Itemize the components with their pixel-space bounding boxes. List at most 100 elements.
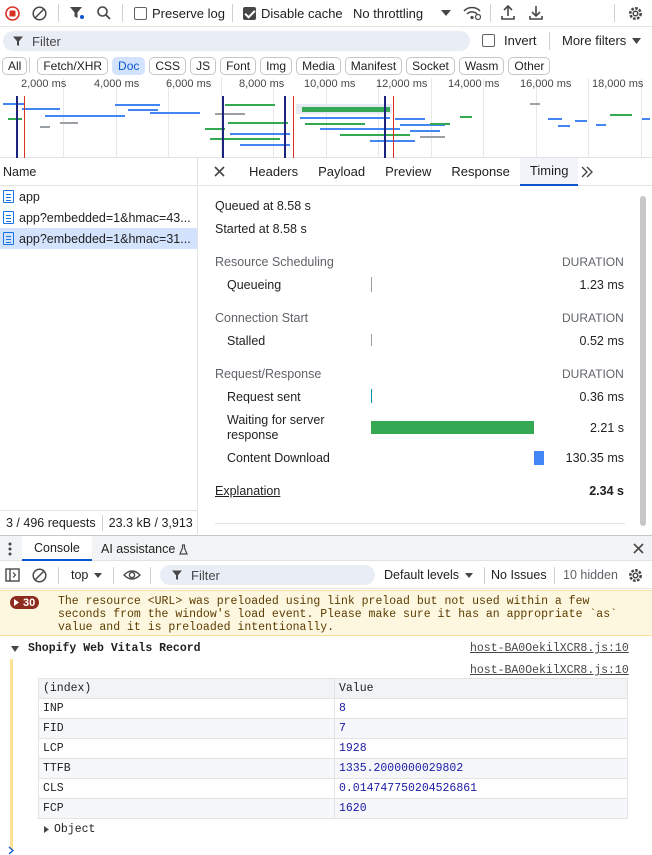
type-filter-all[interactable]: All: [2, 56, 28, 75]
request-row[interactable]: app?embedded=1&hmac=43...: [0, 207, 197, 228]
overview-tick: 10,000 ms: [304, 78, 356, 90]
overview-tick: 12,000 ms: [376, 78, 428, 90]
waiting-bar: [371, 421, 534, 434]
clear-icon[interactable]: [32, 6, 47, 21]
console-warning-message[interactable]: 30 The resource <URL> was preloaded usin…: [0, 590, 652, 636]
context-select[interactable]: top: [71, 568, 103, 582]
request-name: app: [19, 189, 40, 204]
type-filter-img[interactable]: Img: [260, 56, 293, 75]
tab-payload[interactable]: Payload: [308, 158, 375, 186]
type-filter-css[interactable]: CSS: [149, 56, 187, 75]
filter-funnel-icon[interactable]: [69, 5, 85, 21]
timing-value: 1.23 ms: [579, 278, 624, 292]
more-filters-button[interactable]: More filters: [562, 33, 642, 48]
sidebar-toggle-icon[interactable]: [5, 568, 20, 582]
invert-box[interactable]: [482, 34, 495, 47]
type-filter-wasm[interactable]: Wasm: [458, 56, 505, 75]
transfer-size: 23.3 kB / 3,913: [108, 515, 193, 530]
network-conditions-icon[interactable]: [463, 5, 481, 21]
timing-value: 0.52 ms: [579, 334, 624, 348]
network-overview-timeline[interactable]: 2,000 ms 4,000 ms 6,000 ms 8,000 ms 10,0…: [0, 78, 652, 158]
search-icon[interactable]: [96, 5, 112, 21]
drawer-menu-icon[interactable]: [8, 542, 12, 556]
filter-placeholder: Filter: [32, 33, 61, 49]
tab-timing[interactable]: Timing: [519, 157, 579, 186]
download-bar: [534, 451, 544, 465]
timing-label: Queueing: [227, 278, 282, 292]
drawer-header: Console AI assistance: [0, 535, 652, 561]
overview-tick: 2,000 ms: [21, 78, 67, 90]
export-har-icon[interactable]: [528, 4, 544, 21]
timing-value: 0.36 ms: [579, 390, 624, 404]
type-filter-manifest[interactable]: Manifest: [344, 56, 403, 75]
type-filter-media[interactable]: Media: [296, 56, 341, 75]
group-indent-bar: [10, 659, 13, 849]
console-filter-input[interactable]: Filter: [160, 565, 375, 585]
type-filter-fetch-xhr[interactable]: Fetch/XHR: [37, 56, 109, 75]
chevron-down-icon: [94, 572, 103, 578]
issues-button[interactable]: No Issues: [491, 568, 547, 582]
table-cell-key: LCP: [38, 738, 335, 759]
request-row-selected[interactable]: app?embedded=1&hmac=31...: [0, 228, 197, 249]
close-drawer-icon[interactable]: [633, 543, 644, 554]
warning-count: 30: [23, 596, 36, 609]
group-title[interactable]: Shopify Web Vitals Record: [28, 642, 201, 655]
started-at: Started at 8.58 s: [215, 222, 307, 236]
tab-ai-assistance[interactable]: AI assistance: [101, 542, 189, 556]
close-detail-icon[interactable]: [199, 158, 239, 186]
throttling-dropdown-icon[interactable]: [441, 10, 451, 16]
table-header[interactable]: Value: [334, 678, 628, 699]
name-column-header[interactable]: Name: [0, 158, 197, 186]
warning-count-badge: 30: [10, 596, 40, 609]
table-header[interactable]: (index): [38, 678, 335, 699]
type-filter-doc[interactable]: Doc: [112, 56, 146, 75]
disable-cache-checkbox[interactable]: Disable cache: [243, 6, 343, 21]
record-stop-icon[interactable]: [5, 6, 20, 21]
tab-headers[interactable]: Headers: [239, 158, 308, 186]
table-row: FID 7: [38, 718, 628, 739]
invert-label: Invert: [504, 33, 537, 48]
tab-preview[interactable]: Preview: [375, 158, 441, 186]
group-collapse-triangle-icon[interactable]: [11, 646, 19, 652]
request-row[interactable]: app: [0, 186, 197, 207]
preserve-log-checkbox[interactable]: Preserve log: [134, 6, 225, 21]
table-header-row: (index) Value: [38, 678, 628, 699]
stalled-bar: [371, 334, 372, 346]
context-value: top: [71, 568, 89, 582]
section-title: Connection Start: [215, 311, 309, 325]
more-tabs-chevron-icon[interactable]: [580, 166, 594, 178]
tab-console-label: Console: [34, 540, 80, 555]
source-link[interactable]: host-BA0OekilXCR8.js:10: [470, 642, 629, 655]
duration-header: DURATION: [562, 255, 624, 269]
preserve-log-box[interactable]: [134, 7, 147, 20]
console-settings-gear-icon[interactable]: [627, 567, 644, 584]
chevron-down-icon: [465, 572, 474, 578]
filter-funnel-icon: [171, 569, 183, 581]
source-link[interactable]: host-BA0OekilXCR8.js:10: [470, 664, 629, 677]
request-name: app?embedded=1&hmac=43...: [19, 210, 191, 225]
throttling-select[interactable]: No throttling: [353, 6, 423, 21]
clear-console-icon[interactable]: [32, 568, 47, 583]
type-filter-js[interactable]: JS: [190, 56, 217, 75]
object-label: Object: [54, 823, 96, 836]
object-expander[interactable]: Object: [44, 823, 95, 836]
settings-gear-icon[interactable]: [627, 5, 644, 22]
table-row: FCP 1620: [38, 798, 628, 819]
console-prompt-icon[interactable]: [8, 846, 14, 855]
log-levels-select[interactable]: Default levels: [384, 568, 474, 582]
tab-response[interactable]: Response: [441, 158, 520, 186]
type-filter-other[interactable]: Other: [508, 56, 551, 75]
disable-cache-box[interactable]: [243, 7, 256, 20]
explanation-link[interactable]: Explanation: [215, 484, 280, 498]
overview-tick: 6,000 ms: [166, 78, 212, 90]
timing-panel: Queued at 8.58 s Started at 8.58 s Resou…: [199, 187, 637, 534]
invert-checkbox[interactable]: Invert: [482, 33, 537, 48]
type-filter-socket[interactable]: Socket: [406, 56, 455, 75]
import-har-icon[interactable]: [500, 4, 516, 21]
filter-input[interactable]: Filter: [3, 31, 470, 51]
timing-scrollbar[interactable]: [640, 196, 646, 526]
live-expression-eye-icon[interactable]: [123, 569, 141, 581]
tab-console[interactable]: Console: [22, 536, 92, 561]
table-row: LCP 1928: [38, 738, 628, 759]
type-filter-font[interactable]: Font: [220, 56, 257, 75]
